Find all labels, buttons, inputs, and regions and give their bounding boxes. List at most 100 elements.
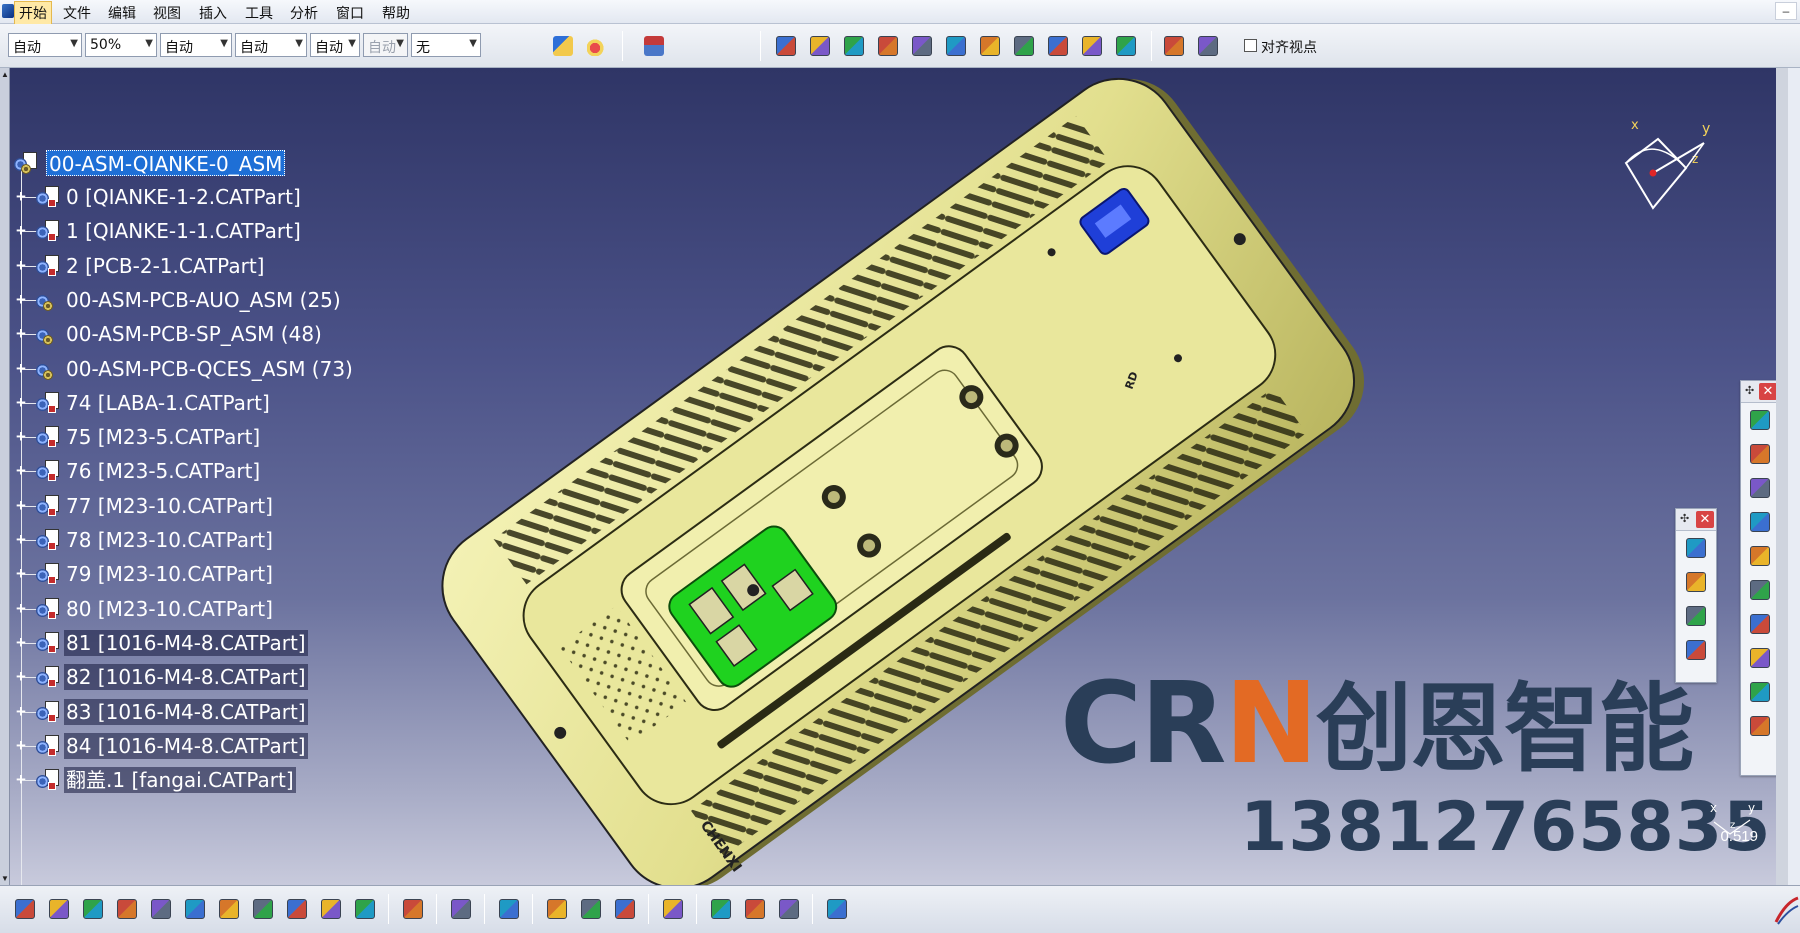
tree-node[interactable]: +79 [M23-10.CATPart] xyxy=(0,559,400,589)
fix-icon[interactable] xyxy=(1747,509,1773,535)
tree-node[interactable]: + 翻盖.1 [fangai.CATPart] xyxy=(0,765,400,795)
combo-point-style[interactable]: 自动 ▼ xyxy=(310,33,360,57)
import-icon[interactable] xyxy=(909,33,935,59)
tree-node-label[interactable]: 78 [M23-10.CATPart] xyxy=(64,527,275,553)
material-icon[interactable] xyxy=(578,896,604,922)
tree-node[interactable]: +84 [1016-M4-8.CATPart] xyxy=(0,731,400,761)
snap-icon[interactable] xyxy=(1747,407,1773,433)
tree-node[interactable]: +00-ASM-PCB-QCES_ASM (73) xyxy=(0,354,400,384)
tree-node-label[interactable]: 1 [QIANKE-1-1.CATPart] xyxy=(64,218,303,244)
tree-node-label[interactable]: 翻盖.1 [fangai.CATPart] xyxy=(64,767,296,794)
tree-node-label[interactable]: 81 [1016-M4-8.CATPart] xyxy=(64,629,308,656)
tree-node[interactable]: +77 [M23-10.CATPart] xyxy=(0,491,400,521)
close-icon[interactable]: ✕ xyxy=(1696,511,1714,528)
tree-node[interactable]: +80 [M23-10.CATPart] xyxy=(0,594,400,624)
pan-icon[interactable] xyxy=(80,896,106,922)
fit-icon[interactable] xyxy=(1195,33,1221,59)
render-icon[interactable] xyxy=(1113,33,1139,59)
sketch-icon[interactable] xyxy=(943,33,969,59)
tree-node-label[interactable]: 00-ASM-PCB-SP_ASM (48) xyxy=(64,321,324,347)
bom-icon[interactable] xyxy=(1683,637,1709,663)
clip-icon[interactable] xyxy=(1747,577,1773,603)
component-icon[interactable] xyxy=(1683,569,1709,595)
structure-icon[interactable] xyxy=(1683,603,1709,629)
sensor-icon[interactable] xyxy=(612,896,638,922)
menu-edit[interactable]: 编辑 xyxy=(105,3,139,23)
combo-layer[interactable]: 无 ▼ xyxy=(411,33,481,57)
menu-file[interactable]: 文件 xyxy=(60,3,94,23)
update-icon[interactable] xyxy=(496,896,522,922)
cut-icon[interactable] xyxy=(742,896,768,922)
text-icon[interactable] xyxy=(1011,33,1037,59)
tree-node-label[interactable]: 76 [M23-5.CATPart] xyxy=(64,458,262,484)
tree-node-label[interactable]: 84 [1016-M4-8.CATPart] xyxy=(64,732,308,759)
table-icon[interactable] xyxy=(1045,33,1071,59)
app-logo-icon[interactable] xyxy=(2,4,14,18)
macro-icon[interactable] xyxy=(773,33,799,59)
palette-header[interactable]: ✣ ✕ xyxy=(1741,381,1779,403)
menu-help[interactable]: 帮助 xyxy=(379,3,413,23)
tree-node[interactable]: +75 [M23-5.CATPart] xyxy=(0,422,400,452)
grid-icon[interactable] xyxy=(824,896,850,922)
camera-icon[interactable] xyxy=(448,896,474,922)
combo-transparency[interactable]: 50% ▼ xyxy=(85,33,157,57)
combo-linetype[interactable]: 自动 ▼ xyxy=(160,33,232,57)
normal-view-icon[interactable] xyxy=(216,896,242,922)
tree-node-label[interactable]: 80 [M23-10.CATPart] xyxy=(64,596,275,622)
chain-icon[interactable] xyxy=(1747,645,1773,671)
combo-linewidth[interactable]: 自动 ▼ xyxy=(235,33,307,57)
align-icon[interactable] xyxy=(1161,33,1187,59)
tree-node-label[interactable]: 82 [1016-M4-8.CATPart] xyxy=(64,664,308,691)
align-viewpoint-checkbox[interactable] xyxy=(1244,39,1257,52)
brush-icon[interactable] xyxy=(550,33,576,59)
tree-node[interactable]: +78 [M23-10.CATPart] xyxy=(0,525,400,555)
paint-icon[interactable] xyxy=(584,33,610,59)
palette-grip-icon[interactable]: ✣ xyxy=(1680,512,1689,525)
fit-all-icon[interactable] xyxy=(46,896,72,922)
zoom-in-icon[interactable] xyxy=(148,896,174,922)
render-style-icon[interactable] xyxy=(318,896,344,922)
anchor-icon[interactable] xyxy=(1747,543,1773,569)
tree-node-label[interactable]: 79 [M23-10.CATPart] xyxy=(64,561,275,587)
menu-insert[interactable]: 插入 xyxy=(196,3,230,23)
tree-node[interactable]: +82 [1016-M4-8.CATPart] xyxy=(0,662,400,692)
tree-node-label[interactable]: 83 [1016-M4-8.CATPart] xyxy=(64,698,308,725)
tree-node[interactable]: +83 [1016-M4-8.CATPart] xyxy=(0,697,400,727)
rotate-icon[interactable] xyxy=(114,896,140,922)
tree-node[interactable]: +2 [PCB-2-1.CATPart] xyxy=(0,251,400,281)
measure-icon[interactable] xyxy=(544,896,570,922)
apply-material-icon[interactable] xyxy=(776,896,802,922)
compass-center-icon[interactable] xyxy=(1649,169,1657,177)
catalog-icon[interactable] xyxy=(807,33,833,59)
properties-icon[interactable] xyxy=(641,33,667,59)
combo-color[interactable]: 自动 ▼ xyxy=(8,33,82,57)
menu-view[interactable]: 视图 xyxy=(150,3,184,23)
tree-node-label[interactable]: 75 [M23-5.CATPart] xyxy=(64,424,262,450)
menu-window[interactable]: 窗口 xyxy=(333,3,367,23)
zoom-out-icon[interactable] xyxy=(182,896,208,922)
layer-icon[interactable] xyxy=(1079,33,1105,59)
minimize-icon[interactable]: – xyxy=(1775,2,1797,20)
tree-root-label[interactable]: 00-ASM-QIANKE-0_ASM xyxy=(46,150,286,176)
tree-node[interactable]: +74 [LABA-1.CATPart] xyxy=(0,388,400,418)
close-icon[interactable]: ✕ xyxy=(1759,383,1777,400)
section-icon[interactable] xyxy=(708,896,734,922)
palette-grip-icon[interactable]: ✣ xyxy=(1745,384,1754,397)
analysis-icon[interactable] xyxy=(977,33,1003,59)
tree-node-label[interactable]: 77 [M23-10.CATPart] xyxy=(64,493,275,519)
explode-icon[interactable] xyxy=(1747,611,1773,637)
tree-node-label[interactable]: 74 [LABA-1.CATPart] xyxy=(64,390,272,416)
palette-header[interactable]: ✣ ✕ xyxy=(1676,509,1716,531)
fly-icon[interactable] xyxy=(12,896,38,922)
tree-node[interactable]: +00-ASM-PCB-SP_ASM (48) xyxy=(0,319,400,349)
view-mode-icon[interactable] xyxy=(284,896,310,922)
iso-view-icon[interactable] xyxy=(250,896,276,922)
product-icon[interactable] xyxy=(1683,535,1709,561)
tree-node[interactable]: +81 [1016-M4-8.CATPart] xyxy=(0,628,400,658)
hide-show-icon[interactable] xyxy=(352,896,378,922)
menu-start[interactable]: 开始 xyxy=(14,1,52,25)
compass-widget[interactable]: x y z xyxy=(1608,113,1728,223)
tree-node[interactable]: +00-ASM-PCB-AUO_ASM (25) xyxy=(0,285,400,315)
tree-node-label[interactable]: 00-ASM-PCB-QCES_ASM (73) xyxy=(64,356,355,382)
menu-analysis[interactable]: 分析 xyxy=(287,3,321,23)
